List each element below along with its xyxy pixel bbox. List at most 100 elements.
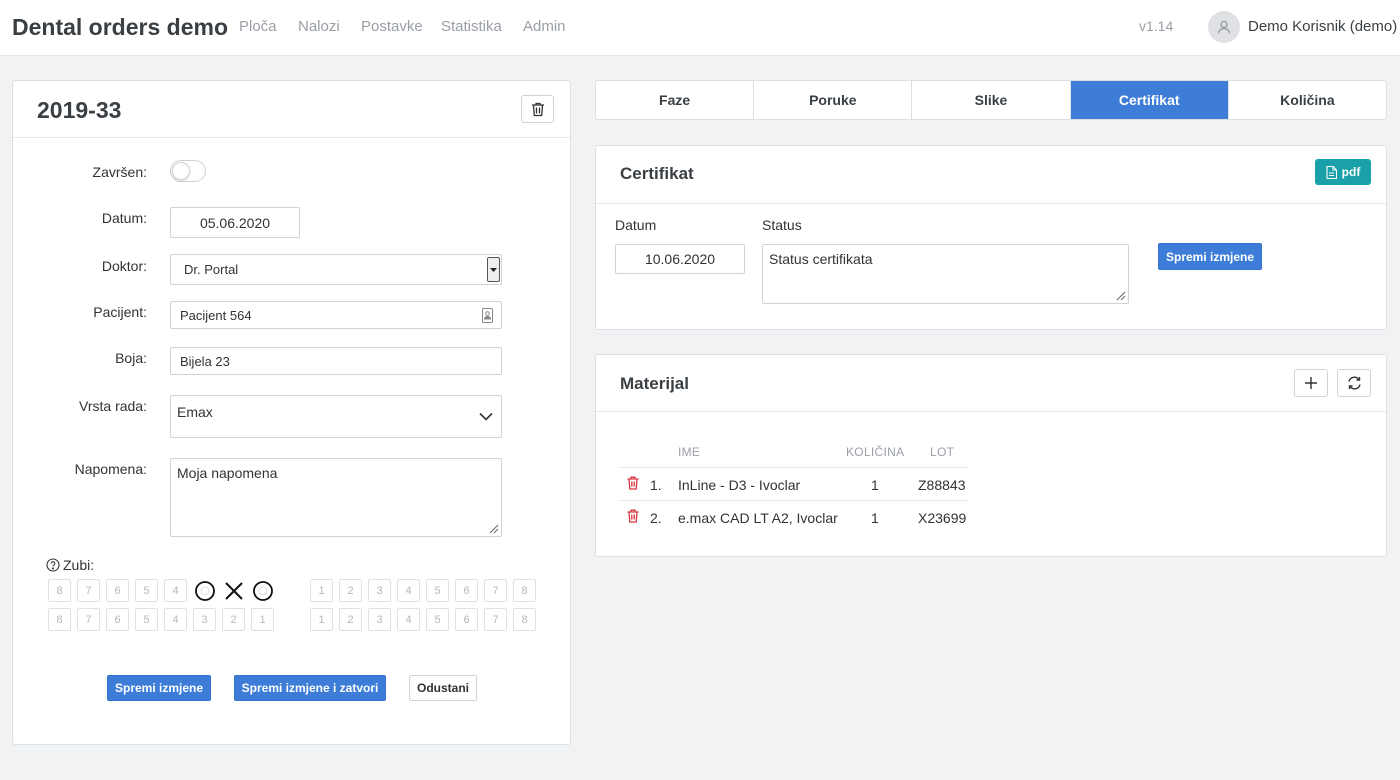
user-name[interactable]: Demo Korisnik (demo)	[1248, 18, 1397, 35]
completed-label: Završen:	[92, 164, 147, 180]
tooth-lower-right-5[interactable]: 5	[426, 608, 449, 631]
patient-value: Pacijent 564	[180, 307, 252, 323]
row-number: 2.	[650, 510, 662, 526]
tooth-upper-right-7[interactable]: 7	[484, 579, 507, 602]
tooth-lower-right-7[interactable]: 7	[484, 608, 507, 631]
work-type-value: Emax	[177, 404, 213, 420]
tooth-lower-left-6[interactable]: 6	[106, 608, 129, 631]
certificate-date-label: Datum	[615, 217, 657, 233]
tooth-lower-left-4[interactable]: 4	[164, 608, 187, 631]
trash-icon	[531, 102, 544, 116]
nav-admin[interactable]: Admin	[523, 18, 566, 35]
chevron-down-icon	[479, 412, 493, 421]
table-header-divider	[620, 467, 968, 468]
tooth-lower-left-8[interactable]: 8	[48, 608, 71, 631]
materials-title: Materijal	[620, 374, 689, 393]
delete-order-button[interactable]	[521, 95, 554, 123]
tooth-lower-right-1[interactable]: 1	[310, 608, 333, 631]
tooth-lower-left-7[interactable]: 7	[77, 608, 100, 631]
certificate-status-textarea[interactable]: Status certifikata	[762, 244, 1129, 304]
missing-tooth-x-icon	[224, 581, 243, 600]
tooth-upper-left-3-crown[interactable]	[193, 579, 216, 602]
tooth-upper-right-4[interactable]: 4	[397, 579, 420, 602]
table-row-divider	[620, 500, 968, 501]
tooth-upper-right-3[interactable]: 3	[368, 579, 391, 602]
patient-input[interactable]: Pacijent 564	[170, 301, 502, 329]
nav-postavke[interactable]: Postavke	[361, 18, 423, 35]
nav-nalozi[interactable]: Nalozi	[298, 18, 340, 35]
crown-circle-icon	[194, 580, 215, 601]
tab-slike[interactable]: Slike	[912, 81, 1071, 119]
tab-certifikat[interactable]: Certifikat	[1070, 81, 1229, 119]
crown-circle-icon	[252, 580, 273, 601]
material-quantity: 1	[871, 510, 879, 526]
tooth-upper-right-2[interactable]: 2	[339, 579, 362, 602]
certificate-save-button[interactable]: Spremi izmjene	[1158, 243, 1262, 270]
resize-grip-icon[interactable]	[489, 524, 499, 534]
file-document-icon	[1326, 165, 1337, 179]
refresh-materials-button[interactable]	[1337, 369, 1371, 397]
nav-ploca[interactable]: Ploča	[239, 18, 277, 35]
material-lot: X23699	[918, 510, 967, 526]
tab-kolicina[interactable]: Količina	[1229, 81, 1386, 119]
tooth-upper-left-2-missing[interactable]	[222, 579, 245, 602]
tooth-upper-right-8[interactable]: 8	[513, 579, 536, 602]
material-quantity: 1	[871, 477, 879, 493]
tooth-upper-left-5[interactable]: 5	[135, 579, 158, 602]
save-button[interactable]: Spremi izmjene	[107, 675, 211, 701]
doctor-dropdown-toggle[interactable]	[487, 257, 500, 282]
tooth-lower-left-1[interactable]: 1	[251, 608, 274, 631]
date-input[interactable]: 05.06.2020	[170, 207, 300, 238]
card-header-divider	[13, 137, 570, 138]
delete-row-trash-icon[interactable]	[627, 476, 639, 490]
tooth-upper-right-6[interactable]: 6	[455, 579, 478, 602]
color-input[interactable]: Bijela 23	[170, 347, 502, 375]
certificate-status-label: Status	[762, 217, 802, 233]
help-icon[interactable]	[46, 558, 60, 572]
work-type-select[interactable]: Emax	[170, 395, 502, 438]
nav-statistika[interactable]: Statistika	[441, 18, 502, 35]
certificate-date-input[interactable]: 10.06.2020	[615, 244, 745, 274]
tooth-upper-left-1-crown[interactable]	[251, 579, 274, 602]
user-icon	[1217, 20, 1231, 34]
column-header-name: IME	[678, 445, 701, 459]
user-avatar[interactable]	[1208, 11, 1240, 43]
material-name: e.max CAD LT A2, Ivoclar	[678, 510, 838, 526]
pdf-button[interactable]: pdf	[1315, 159, 1371, 185]
cancel-button[interactable]: Odustani	[409, 675, 477, 701]
tooth-lower-left-3[interactable]: 3	[193, 608, 216, 631]
top-navbar: Dental orders demo Ploča Nalozi Postavke…	[0, 0, 1400, 56]
card-header-divider	[596, 411, 1386, 412]
completed-toggle[interactable]	[170, 160, 206, 182]
tab-faze[interactable]: Faze	[596, 81, 755, 119]
delete-row-trash-icon[interactable]	[627, 509, 639, 523]
tooth-upper-left-4[interactable]: 4	[164, 579, 187, 602]
work-type-label: Vrsta rada:	[79, 398, 147, 414]
pdf-label: pdf	[1341, 165, 1361, 179]
doctor-select[interactable]: Dr. Portal	[170, 254, 502, 285]
tooth-lower-left-5[interactable]: 5	[135, 608, 158, 631]
tooth-upper-right-5[interactable]: 5	[426, 579, 449, 602]
tooth-upper-left-8[interactable]: 8	[48, 579, 71, 602]
tooth-lower-left-2[interactable]: 2	[222, 608, 245, 631]
note-textarea[interactable]: Moja napomena	[170, 458, 502, 537]
app-brand[interactable]: Dental orders demo	[12, 14, 228, 41]
tooth-lower-right-4[interactable]: 4	[397, 608, 420, 631]
note-value: Moja napomena	[177, 465, 278, 481]
tab-poruke[interactable]: Poruke	[754, 81, 913, 119]
tooth-lower-right-3[interactable]: 3	[368, 608, 391, 631]
save-close-button[interactable]: Spremi izmjene i zatvori	[234, 675, 386, 701]
card-header-divider	[596, 203, 1386, 204]
teeth-label: Zubi:	[63, 557, 95, 573]
tooth-lower-right-2[interactable]: 2	[339, 608, 362, 631]
add-material-button[interactable]	[1294, 369, 1328, 397]
caret-down-icon	[490, 267, 497, 272]
contact-card-icon[interactable]	[482, 308, 493, 323]
tooth-upper-right-1[interactable]: 1	[310, 579, 333, 602]
doctor-label: Doktor:	[101, 258, 147, 274]
tooth-upper-left-6[interactable]: 6	[106, 579, 129, 602]
resize-grip-icon[interactable]	[1116, 291, 1126, 301]
tooth-lower-right-6[interactable]: 6	[455, 608, 478, 631]
tooth-upper-left-7[interactable]: 7	[77, 579, 100, 602]
tooth-lower-right-8[interactable]: 8	[513, 608, 536, 631]
